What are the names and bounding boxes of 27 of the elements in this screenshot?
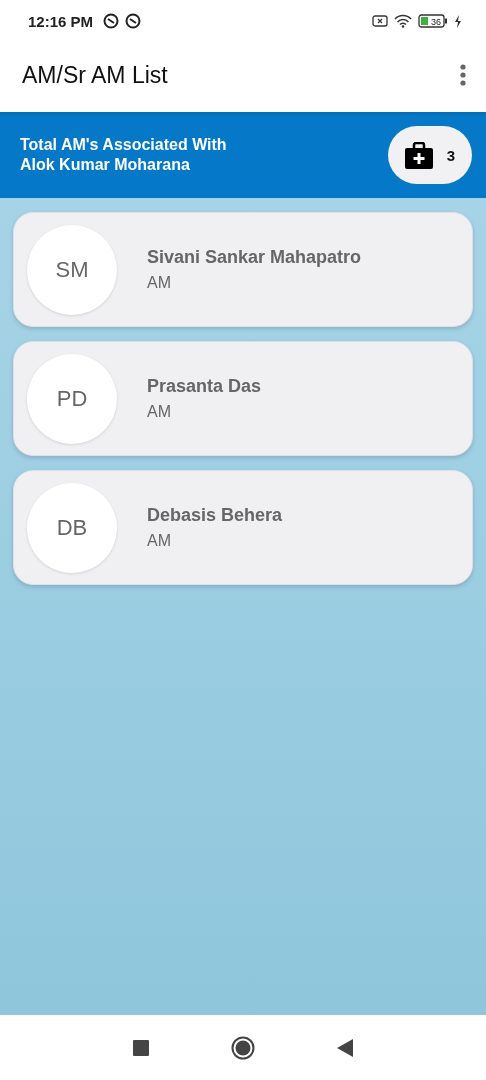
person-role: AM	[147, 532, 172, 550]
status-time: 12:16 PM	[28, 12, 94, 30]
person-card[interactable]: DB Debasis Behera AM	[13, 470, 473, 585]
notification-icon	[125, 13, 142, 29]
notification-icon	[103, 13, 120, 29]
no-sim-icon	[372, 15, 388, 27]
screen-title: AM/Sr AM List	[22, 61, 168, 89]
more-options-icon[interactable]	[460, 64, 466, 86]
charging-icon	[454, 14, 462, 28]
person-name: Sivani Sankar Mahapatro	[147, 247, 362, 268]
battery-icon: 36	[418, 14, 448, 28]
count-value: 3	[446, 146, 456, 164]
person-name: Debasis Behera	[147, 505, 283, 526]
person-card[interactable]: PD Prasanta Das AM	[13, 341, 473, 456]
person-role: AM	[147, 274, 172, 292]
initials-avatar: DB	[27, 482, 117, 573]
initials-avatar: SM	[27, 224, 117, 315]
recent-apps-icon[interactable]	[133, 1039, 149, 1056]
wifi-icon	[394, 14, 412, 28]
person-role: AM	[147, 403, 172, 421]
person-card[interactable]: SM Sivani Sankar Mahapatro AM	[13, 212, 473, 327]
back-icon[interactable]	[337, 1038, 353, 1057]
initials-avatar: PD	[27, 353, 117, 444]
banner-text: Total AM's Associated With Alok Kumar Moharana	[20, 135, 227, 175]
medical-kit-icon	[404, 141, 433, 169]
person-name: Prasanta Das	[147, 376, 262, 397]
home-icon[interactable]	[231, 1035, 255, 1060]
